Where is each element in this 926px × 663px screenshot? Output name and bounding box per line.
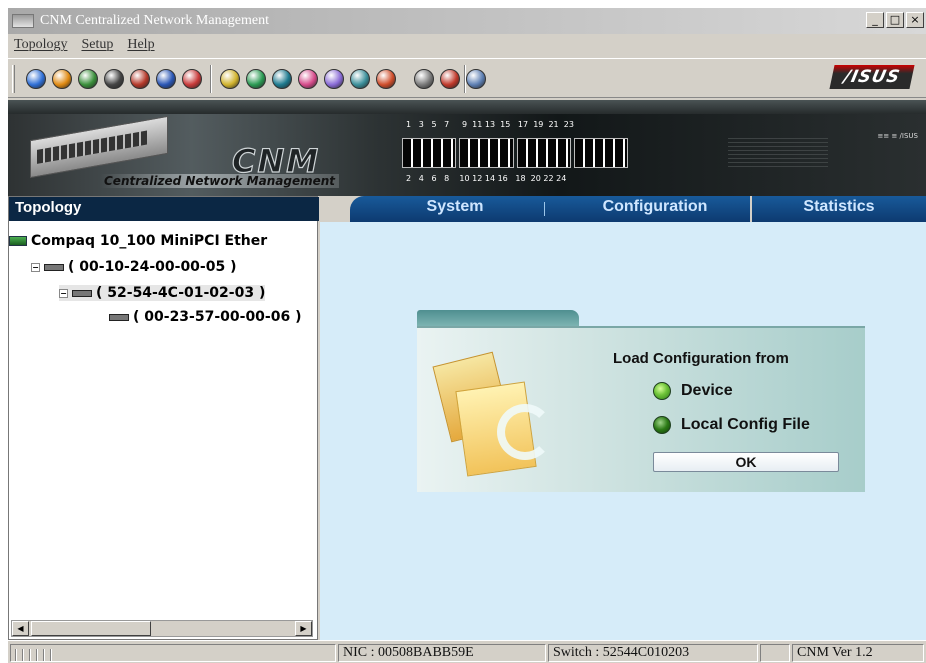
menu-bar: Topology Setup Help xyxy=(8,34,926,56)
port-group xyxy=(516,138,571,168)
status-bar: NIC : 00508BABB59E Switch : 52544C010203… xyxy=(8,640,926,663)
close-button[interactable]: × xyxy=(906,12,924,28)
scroll-left-icon[interactable]: ◀ xyxy=(12,621,29,636)
tab-configuration[interactable]: Configuration xyxy=(560,196,750,222)
window-title: CNM Centralized Network Management xyxy=(40,13,269,28)
option-label: Device xyxy=(681,382,733,399)
menu-setup[interactable]: Setup xyxy=(81,37,113,53)
radio-device[interactable] xyxy=(653,382,671,400)
mail-icon[interactable] xyxy=(350,69,370,89)
asus-logo: /ISUS xyxy=(829,65,915,89)
dialog-title: Load Configuration from xyxy=(613,350,789,367)
menu-help[interactable]: Help xyxy=(127,37,154,53)
load-arrow-icon xyxy=(497,404,553,460)
port-group xyxy=(459,138,514,168)
collapse-icon[interactable]: − xyxy=(31,262,40,272)
ok-button[interactable]: OK xyxy=(653,452,839,472)
tree-node-switch[interactable]: ( 00-23-57-00-00-06 ) xyxy=(109,309,302,325)
tools-icon[interactable] xyxy=(440,69,460,89)
tab-divider xyxy=(544,202,545,216)
ping-icon[interactable] xyxy=(298,69,318,89)
compass-icon[interactable] xyxy=(182,69,202,89)
users-icon[interactable] xyxy=(466,69,486,89)
option-label: Local Config File xyxy=(681,416,810,433)
bottom-port-numbers: 2 4 6 8 10 12 14 16 18 20 22 24 xyxy=(406,174,567,183)
log-icon[interactable] xyxy=(376,69,396,89)
window-controls: _ □ × xyxy=(866,12,924,28)
monitor-icon[interactable] xyxy=(220,69,240,89)
switch-image xyxy=(30,115,168,179)
topology-panel: Topology Compaq 10_100 MiniPCI Ether − (… xyxy=(8,196,319,640)
switch-icon xyxy=(72,289,92,297)
port-group xyxy=(402,138,457,168)
network-card-icon xyxy=(9,236,27,246)
config-illustration xyxy=(427,342,557,482)
title-bar[interactable]: CNM Centralized Network Management _ □ × xyxy=(8,8,926,34)
restore-button[interactable]: □ xyxy=(886,12,904,28)
toolbar-separator xyxy=(210,65,212,93)
tab-statistics[interactable]: Statistics xyxy=(752,196,926,222)
panel-label: ≡≡ ≡ ∕ISUS xyxy=(877,132,918,140)
port-group xyxy=(573,138,628,168)
menu-topology[interactable]: Topology xyxy=(14,37,67,53)
help-icon[interactable] xyxy=(156,69,176,89)
tree-node-switch[interactable]: − ( 00-10-24-00-00-05 ) xyxy=(31,259,237,275)
dialog-body: Load Configuration from Device Local Con… xyxy=(417,326,865,492)
option-local-config-file[interactable]: Local Config File xyxy=(653,416,810,434)
refresh-icon[interactable] xyxy=(272,69,292,89)
scroll-thumb[interactable] xyxy=(31,621,151,636)
schedule-icon[interactable] xyxy=(324,69,344,89)
tab-system[interactable]: System xyxy=(350,196,560,222)
connect-icon[interactable] xyxy=(26,69,46,89)
device-icon[interactable] xyxy=(104,69,124,89)
tree-node-label: ( 00-23-57-00-00-06 ) xyxy=(133,309,302,325)
horizontal-scrollbar[interactable]: ◀ ▶ xyxy=(11,620,313,637)
switch-ports xyxy=(402,138,628,168)
main-content: Load Configuration from Device Local Con… xyxy=(320,222,926,640)
main-tabs: System Configuration Statistics xyxy=(320,196,926,222)
tree-node-label: Compaq 10_100 MiniPCI Ether xyxy=(31,233,268,249)
status-ticks xyxy=(15,649,55,661)
app-icon xyxy=(12,14,34,28)
status-nic: NIC : 00508BABB59E xyxy=(338,644,546,662)
toolbar: /ISUS xyxy=(8,58,926,98)
tree-node-label: ( 52-54-4C-01-02-03 ) xyxy=(96,285,266,301)
network-icon[interactable] xyxy=(130,69,150,89)
tree-node-nic[interactable]: Compaq 10_100 MiniPCI Ether xyxy=(9,233,267,249)
minimize-button[interactable]: _ xyxy=(866,12,884,28)
radio-local-config-file[interactable] xyxy=(653,416,671,434)
status-switch: Switch : 52544C010203 xyxy=(548,644,758,662)
load-config-dialog: Load Configuration from Device Local Con… xyxy=(417,310,869,492)
header-banner: CNM Centralized Network Management 1 3 5… xyxy=(8,100,926,196)
option-device[interactable]: Device xyxy=(653,382,733,400)
tree-node-switch[interactable]: − ( 52-54-4C-01-02-03 ) xyxy=(59,285,266,301)
scroll-right-icon[interactable]: ▶ xyxy=(295,621,312,636)
stats-icon[interactable] xyxy=(246,69,266,89)
status-led-panel xyxy=(728,138,828,168)
app-window: CNM Centralized Network Management _ □ ×… xyxy=(8,8,926,663)
switch-icon xyxy=(44,263,64,271)
printer-icon[interactable] xyxy=(414,69,434,89)
save-icon[interactable] xyxy=(78,69,98,89)
status-empty xyxy=(760,644,790,662)
status-progress xyxy=(10,644,336,662)
banner-tagline: Centralized Network Management xyxy=(100,174,340,188)
switch-icon xyxy=(109,313,129,321)
status-version: CNM Ver 1.2 xyxy=(792,644,924,662)
globe-icon[interactable] xyxy=(52,69,72,89)
toolbar-grip[interactable] xyxy=(12,65,15,93)
collapse-icon[interactable]: − xyxy=(59,288,68,298)
banner-ridge xyxy=(8,100,926,114)
topology-panel-title: Topology xyxy=(9,197,319,221)
tree-node-label: ( 00-10-24-00-00-05 ) xyxy=(68,259,237,275)
top-port-numbers: 1 3 5 7 9 11 13 15 17 19 21 23 xyxy=(406,120,574,129)
